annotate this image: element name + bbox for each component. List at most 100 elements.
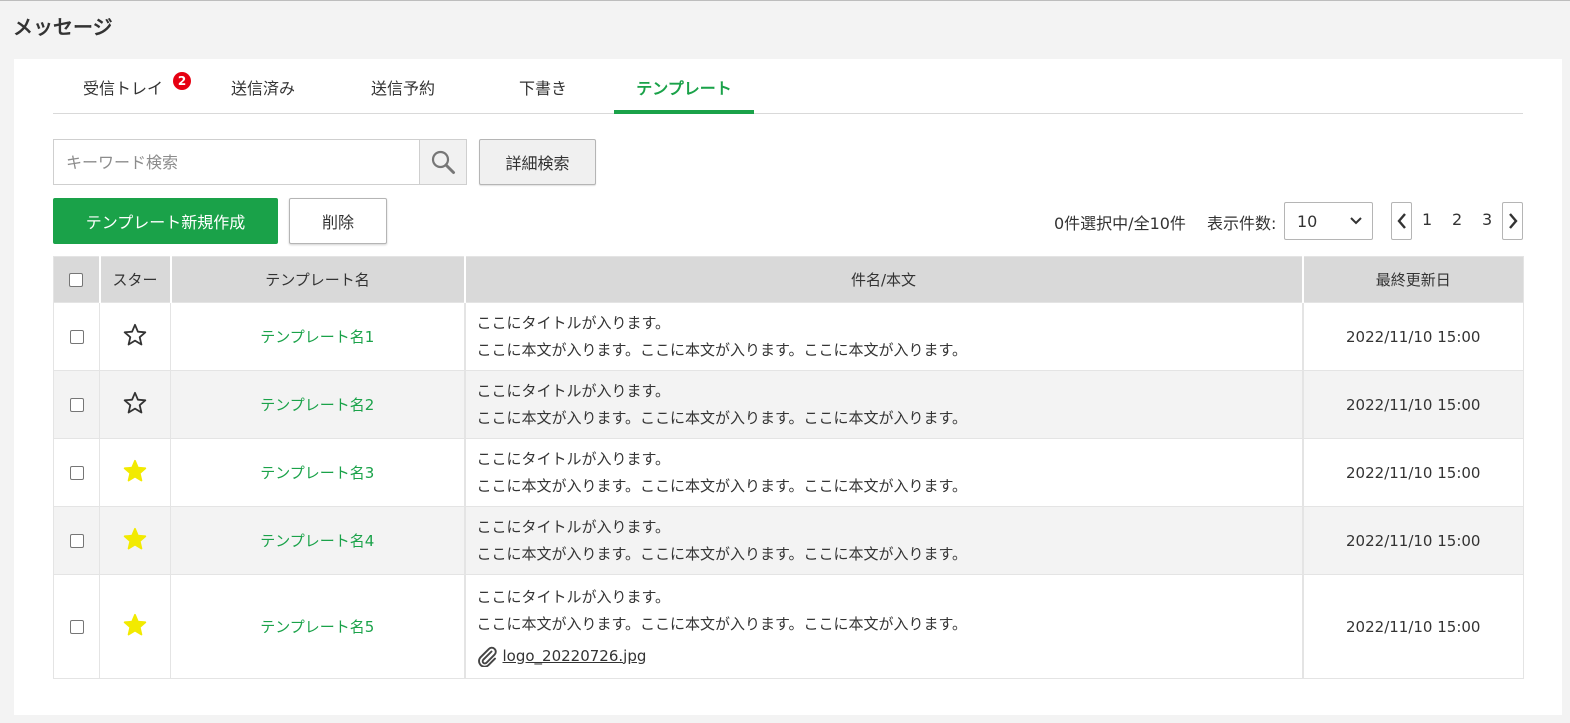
row-select-cell	[53, 574, 100, 679]
row-select-cell	[53, 302, 100, 371]
star-outline-icon[interactable]	[123, 391, 147, 415]
row-star-cell	[99, 506, 171, 575]
row-subject: ここにタイトルが入ります。	[476, 381, 671, 400]
row-checkbox[interactable]	[69, 620, 84, 634]
row-name-cell: テンプレート名3	[170, 438, 465, 507]
template-name-link[interactable]: テンプレート名4	[260, 532, 374, 550]
row-select-cell	[53, 438, 100, 507]
row-body-cell: ここにタイトルが入ります。 ここに本文が入ります。ここに本文が入ります。ここに本…	[463, 438, 1304, 507]
star-filled-icon[interactable]	[123, 527, 147, 551]
row-updated-cell: 2022/11/10 15:00	[1302, 370, 1524, 439]
row-subject: ここにタイトルが入ります。	[476, 313, 671, 332]
row-checkbox[interactable]	[69, 330, 84, 344]
row-body-cell: ここにタイトルが入ります。 ここに本文が入ります。ここに本文が入ります。ここに本…	[463, 574, 1304, 679]
row-updated-date: 2022/11/10 15:00	[1346, 395, 1481, 414]
template-name-link[interactable]: テンプレート名1	[260, 328, 374, 346]
table-header-row: スター テンプレート名 件名/本文 最終更新日	[53, 256, 1524, 303]
row-body-cell: ここにタイトルが入ります。 ここに本文が入ります。ここに本文が入ります。ここに本…	[463, 506, 1304, 575]
prev-page-button[interactable]	[1391, 202, 1412, 240]
row-body-cell: ここにタイトルが入ります。 ここに本文が入ります。ここに本文が入ります。ここに本…	[463, 302, 1304, 371]
row-name-cell: テンプレート名5	[170, 574, 465, 679]
row-subject: ここにタイトルが入ります。	[476, 587, 671, 606]
search-button[interactable]	[419, 140, 466, 184]
row-body-text: ここに本文が入ります。ここに本文が入ります。ここに本文が入ります。	[476, 408, 968, 427]
chevron-down-icon	[1350, 217, 1362, 225]
row-star-cell	[99, 574, 171, 679]
tab-scheduled[interactable]: 送信予約	[333, 59, 473, 113]
search-icon	[431, 150, 455, 174]
row-body-text: ここに本文が入ります。ここに本文が入ります。ここに本文が入ります。	[476, 544, 968, 563]
row-updated-date: 2022/11/10 15:00	[1346, 327, 1481, 346]
row-updated-cell: 2022/11/10 15:00	[1302, 574, 1524, 679]
row-updated-date: 2022/11/10 15:00	[1346, 617, 1481, 636]
star-outline-icon[interactable]	[123, 323, 147, 347]
row-updated-cell: 2022/11/10 15:00	[1302, 506, 1524, 575]
attachment-link[interactable]: logo_20220726.jpg	[503, 647, 647, 665]
header-last-updated: 最終更新日	[1302, 256, 1524, 303]
main-panel: 受信トレイ 2 送信済み 送信予約 下書き テンプレート 詳細検索 テンプレート…	[14, 59, 1562, 715]
header-subject-body: 件名/本文	[463, 256, 1304, 303]
tab-sent-label: 送信済み	[230, 79, 295, 98]
advanced-search-button[interactable]: 詳細検索	[479, 139, 596, 185]
table-row: テンプレート名1 ここにタイトルが入ります。 ここに本文が入ります。ここに本文が…	[53, 302, 1524, 371]
header-template-name: テンプレート名	[170, 256, 466, 303]
header-select-all	[53, 256, 101, 303]
paperclip-icon	[477, 646, 497, 667]
page-2[interactable]: 2	[1452, 210, 1462, 229]
tab-drafts[interactable]: 下書き	[473, 59, 613, 113]
unread-badge: 2	[173, 72, 191, 90]
search-input[interactable]	[54, 140, 419, 184]
tab-scheduled-label: 送信予約	[370, 79, 435, 98]
row-star-cell	[99, 370, 171, 439]
table-row: テンプレート名4 ここにタイトルが入ります。 ここに本文が入ります。ここに本文が…	[53, 506, 1524, 575]
attachment: logo_20220726.jpg	[477, 642, 1302, 670]
row-name-cell: テンプレート名4	[170, 506, 465, 575]
tab-bar: 受信トレイ 2 送信済み 送信予約 下書き テンプレート	[53, 59, 1523, 114]
template-name-link[interactable]: テンプレート名3	[260, 464, 374, 482]
template-table: スター テンプレート名 件名/本文 最終更新日 テンプレート名1 ここにタイトル…	[53, 256, 1524, 679]
delete-button[interactable]: 削除	[289, 198, 387, 244]
row-body-text: ここに本文が入ります。ここに本文が入ります。ここに本文が入ります。	[476, 614, 968, 633]
row-updated-cell: 2022/11/10 15:00	[1302, 302, 1524, 371]
tab-drafts-label: 下書き	[518, 79, 567, 98]
row-subject: ここにタイトルが入ります。	[476, 517, 671, 536]
row-body-text: ここに本文が入ります。ここに本文が入ります。ここに本文が入ります。	[476, 340, 968, 359]
row-updated-date: 2022/11/10 15:00	[1346, 531, 1481, 550]
row-name-cell: テンプレート名2	[170, 370, 465, 439]
tab-templates-label: テンプレート	[636, 79, 732, 98]
selection-count: 0件選択中/全10件	[1054, 214, 1186, 233]
chevron-right-icon	[1508, 213, 1518, 229]
tab-templates[interactable]: テンプレート	[614, 59, 754, 114]
template-name-link[interactable]: テンプレート名2	[260, 396, 374, 414]
star-filled-icon[interactable]	[123, 459, 147, 483]
create-template-button[interactable]: テンプレート新規作成	[53, 198, 278, 244]
table-row: テンプレート名3 ここにタイトルが入ります。 ここに本文が入ります。ここに本文が…	[53, 438, 1524, 507]
row-star-cell	[99, 302, 171, 371]
page-3[interactable]: 3	[1482, 210, 1492, 229]
row-checkbox[interactable]	[69, 466, 84, 480]
template-name-link[interactable]: テンプレート名5	[260, 618, 374, 636]
row-name-cell: テンプレート名1	[170, 302, 465, 371]
row-checkbox[interactable]	[69, 398, 84, 412]
row-body-text: ここに本文が入ります。ここに本文が入ります。ここに本文が入ります。	[476, 476, 968, 495]
row-body-cell: ここにタイトルが入ります。 ここに本文が入ります。ここに本文が入ります。ここに本…	[463, 370, 1304, 439]
next-page-button[interactable]	[1502, 202, 1523, 240]
star-filled-icon[interactable]	[123, 613, 147, 637]
table-row: テンプレート名2 ここにタイトルが入ります。 ここに本文が入ります。ここに本文が…	[53, 370, 1524, 439]
row-checkbox[interactable]	[69, 534, 84, 548]
tab-inbox-label: 受信トレイ	[82, 79, 163, 98]
page-title: メッセージ	[13, 15, 113, 39]
top-border	[0, 0, 1570, 1]
row-subject: ここにタイトルが入ります。	[476, 449, 671, 468]
row-updated-date: 2022/11/10 15:00	[1346, 463, 1481, 482]
page-1[interactable]: 1	[1422, 210, 1432, 229]
select-all-checkbox[interactable]	[69, 273, 84, 287]
tab-inbox[interactable]: 受信トレイ	[53, 59, 193, 113]
tab-sent[interactable]: 送信済み	[193, 59, 333, 113]
row-select-cell	[53, 506, 100, 575]
search-box	[53, 139, 467, 185]
row-star-cell	[99, 438, 171, 507]
per-page-select[interactable]: 10	[1284, 202, 1373, 240]
row-updated-cell: 2022/11/10 15:00	[1302, 438, 1524, 507]
per-page-label: 表示件数:	[1207, 214, 1277, 233]
